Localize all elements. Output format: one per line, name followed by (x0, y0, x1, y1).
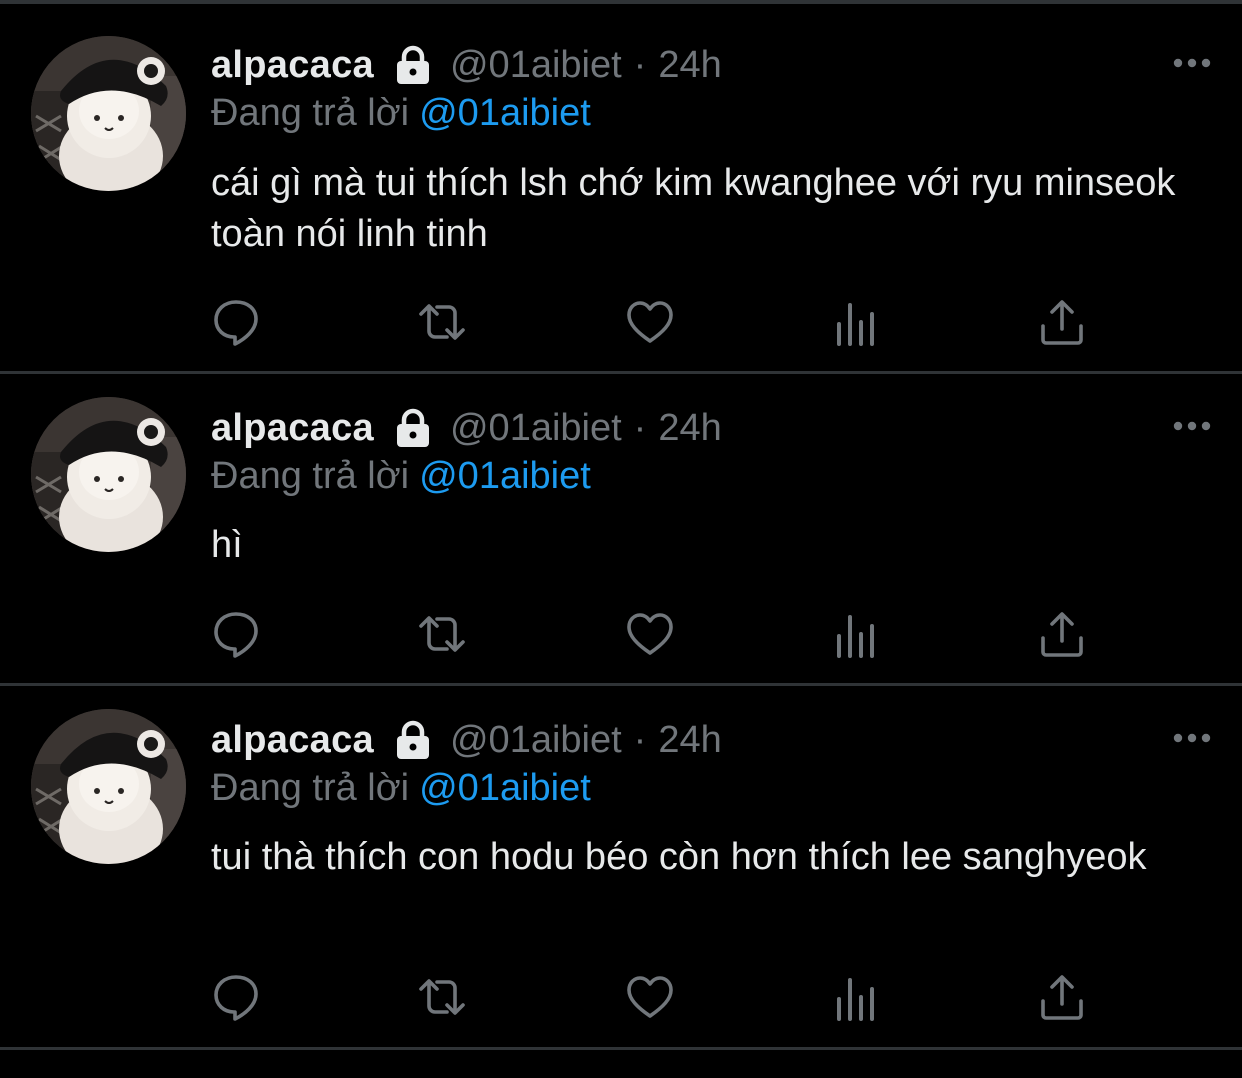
separator-dot: · (633, 718, 647, 761)
replying-to-label: Đang trả lời (211, 767, 410, 809)
display-name[interactable]: alpacaca (211, 719, 374, 762)
share-icon[interactable] (1037, 297, 1087, 347)
display-name[interactable]: alpacaca (211, 44, 374, 87)
tweet-header: alpacaca @01aibiet · 24h (211, 41, 722, 89)
views-icon[interactable] (831, 297, 881, 347)
lock-icon (392, 719, 434, 761)
reply-icon[interactable] (211, 609, 261, 659)
separator-dot: · (633, 406, 647, 449)
avatar[interactable] (31, 397, 186, 552)
replying-to: Đang trả lời @01aibiet (211, 452, 591, 500)
replying-to: Đang trả lời @01aibiet (211, 764, 591, 812)
heart-icon[interactable] (625, 972, 675, 1022)
timestamp[interactable]: 24h (658, 719, 721, 762)
replying-to-label: Đang trả lời (211, 455, 410, 497)
tweet[interactable]: alpacaca @01aibiet · 24h Đang trả lời @01… (0, 374, 1242, 686)
tweet[interactable]: alpacaca @01aibiet · 24h Đang trả lời @01… (0, 4, 1242, 374)
tweet-actions (211, 297, 1091, 347)
avatar[interactable] (31, 709, 186, 864)
retweet-icon[interactable] (417, 609, 467, 659)
views-icon[interactable] (831, 609, 881, 659)
heart-icon[interactable] (625, 297, 675, 347)
views-icon[interactable] (831, 972, 881, 1022)
share-icon[interactable] (1037, 609, 1087, 659)
retweet-icon[interactable] (417, 297, 467, 347)
display-name[interactable]: alpacaca (211, 407, 374, 450)
separator-dot: · (633, 43, 647, 86)
more-icon[interactable] (1172, 56, 1212, 68)
reply-icon[interactable] (211, 972, 261, 1022)
timestamp[interactable]: 24h (658, 407, 721, 450)
tweet-text: hì (211, 524, 243, 566)
tweet-text: tui thà thích con hodu béo còn hơn thích… (211, 836, 1147, 878)
replying-to-link[interactable]: @01aibiet (419, 767, 591, 809)
lock-icon (392, 44, 434, 86)
user-handle[interactable]: @01aibiet (450, 719, 622, 762)
user-handle[interactable]: @01aibiet (450, 407, 622, 450)
lock-icon (392, 407, 434, 449)
user-handle[interactable]: @01aibiet (450, 44, 622, 87)
replying-to-label: Đang trả lời (211, 92, 410, 134)
tweet-header: alpacaca @01aibiet · 24h (211, 404, 722, 452)
replying-to-link[interactable]: @01aibiet (419, 455, 591, 497)
timestamp[interactable]: 24h (658, 44, 721, 87)
tweet[interactable]: alpacaca @01aibiet · 24h Đang trả lời @01… (0, 686, 1242, 1050)
more-icon[interactable] (1172, 419, 1212, 431)
more-icon[interactable] (1172, 731, 1212, 743)
replying-to-link[interactable]: @01aibiet (419, 92, 591, 134)
tweet-actions (211, 609, 1091, 659)
tweet-actions (211, 972, 1091, 1022)
tweet-text: cái gì mà tui thích lsh chớ kim kwanghee… (211, 162, 1176, 255)
avatar[interactable] (31, 36, 186, 191)
reply-icon[interactable] (211, 297, 261, 347)
heart-icon[interactable] (625, 609, 675, 659)
share-icon[interactable] (1037, 972, 1087, 1022)
retweet-icon[interactable] (417, 972, 467, 1022)
tweet-header: alpacaca @01aibiet · 24h (211, 716, 722, 764)
replying-to: Đang trả lời @01aibiet (211, 89, 591, 137)
